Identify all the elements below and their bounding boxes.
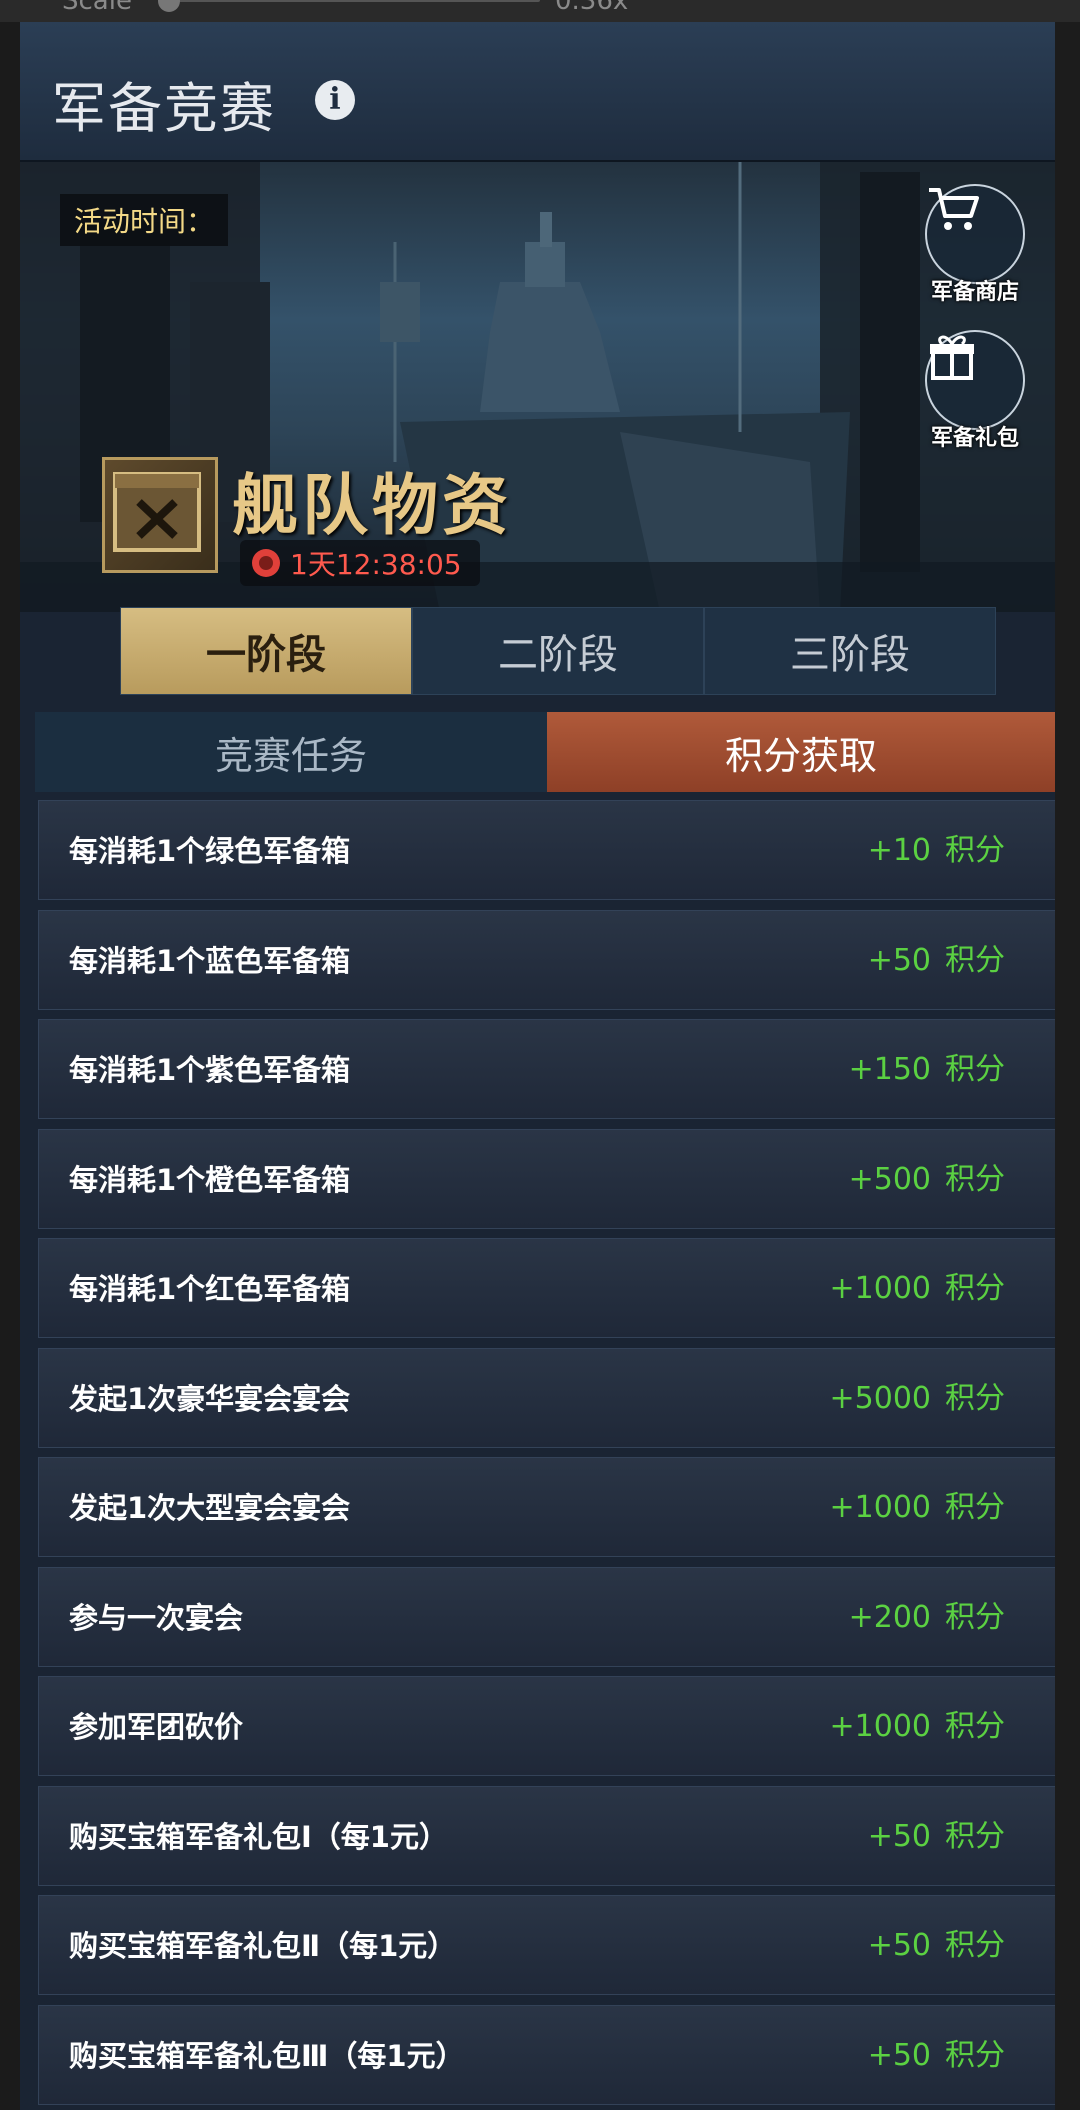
task-points: +1000 积分 <box>830 1677 1005 1777</box>
points-value: +50 <box>867 1818 931 1854</box>
points-unit: 积分 <box>945 1818 1005 1854</box>
header: 军备竞赛 i <box>20 22 1055 162</box>
task-points: +500 积分 <box>849 1130 1005 1230</box>
points-unit: 积分 <box>945 2037 1005 2073</box>
points-unit: 积分 <box>945 1928 1005 1963</box>
scale-slider-handle[interactable] <box>158 0 180 12</box>
list-item: 每消耗1个橙色军备箱 +500 积分 <box>38 1128 1055 1230</box>
arms-shop-button[interactable]: 军备商店 <box>925 184 1025 306</box>
list-item: 购买宝箱军备礼包Ⅲ（每1元） +50 积分 <box>38 2004 1055 2106</box>
left-edge <box>0 22 20 2110</box>
list-item: 发起1次豪华宴会宴会 +5000 积分 <box>38 1347 1055 1449</box>
points-value: +50 <box>867 1928 931 1963</box>
page-title: 军备竞赛 <box>52 77 276 140</box>
task-points: +50 积分 <box>868 1896 1005 1996</box>
points-unit: 积分 <box>945 1271 1005 1306</box>
task-description: 每消耗1个红色军备箱 <box>69 1272 351 1306</box>
countdown-timer: 1天12:38:05 <box>240 540 480 586</box>
points-unit: 积分 <box>945 1599 1005 1635</box>
points-unit: 积分 <box>945 1709 1005 1744</box>
points-value: +500 <box>848 1161 931 1197</box>
supply-crate-icon <box>102 457 218 573</box>
countdown-value: 1天12:38:05 <box>290 548 462 581</box>
list-item: 每消耗1个蓝色军备箱 +50 积分 <box>38 909 1055 1011</box>
points-value: +50 <box>867 942 931 978</box>
points-unit: 积分 <box>945 1490 1005 1525</box>
points-value: +5000 <box>829 1380 931 1416</box>
main-tabs: 竞赛任务 积分获取 <box>35 712 1055 792</box>
task-points: +1000 积分 <box>830 1239 1005 1339</box>
list-item: 发起1次大型宴会宴会 +1000 积分 <box>38 1457 1055 1557</box>
arms-gift-label: 军备礼包 <box>930 426 1019 451</box>
arms-shop-label: 军备商店 <box>930 280 1019 305</box>
task-points: +10 积分 <box>868 801 1005 901</box>
tab-stage-3[interactable]: 三阶段 <box>704 607 996 695</box>
list-item: 购买宝箱军备礼包Ⅱ（每1元） +50 积分 <box>38 1895 1055 1995</box>
tab-race-tasks[interactable]: 竞赛任务 <box>35 712 547 792</box>
gift-icon <box>925 330 1025 430</box>
points-value: +50 <box>867 2037 931 2073</box>
task-description: 每消耗1个紫色军备箱 <box>69 1053 351 1087</box>
cart-icon <box>925 184 1025 284</box>
list-item: 每消耗1个绿色军备箱 +10 积分 <box>38 800 1055 900</box>
event-name: 舰队物资 <box>232 466 512 544</box>
list-item: 每消耗1个红色军备箱 +1000 积分 <box>38 1238 1055 1338</box>
task-description: 每消耗1个橙色军备箱 <box>69 1162 351 1197</box>
points-value: +200 <box>848 1599 931 1635</box>
points-unit: 积分 <box>945 1161 1005 1197</box>
stage-tabs: 一阶段 二阶段 三阶段 <box>120 607 996 695</box>
task-points: +50 积分 <box>868 911 1005 1011</box>
list-item: 购买宝箱军备礼包Ⅰ（每1元） +50 积分 <box>38 1785 1055 1887</box>
task-points: +1000 积分 <box>830 1458 1005 1558</box>
scale-label: Scale <box>62 0 132 16</box>
arms-race-panel: 军备竞赛 i 活动时间： 军备商店 军备礼包 舰队物资 1天12:38:05 一… <box>20 22 1055 2110</box>
list-item: 每消耗1个紫色军备箱 +150 积分 <box>38 1019 1055 1119</box>
points-unit: 积分 <box>945 833 1005 868</box>
points-task-list: 每消耗1个绿色军备箱 +10 积分 每消耗1个蓝色军备箱 +50 积分 每消耗1个紫色军… <box>38 800 1055 2110</box>
task-description: 参与一次宴会 <box>69 1600 244 1635</box>
event-time-label: 活动时间： <box>60 194 229 246</box>
task-points: +50 积分 <box>868 2006 1005 2106</box>
points-value: +1000 <box>829 1490 931 1525</box>
event-banner: 活动时间： 军备商店 军备礼包 舰队物资 1天12:38:05 <box>20 162 1055 612</box>
points-value: +1000 <box>829 1271 931 1306</box>
right-edge <box>1055 22 1080 2110</box>
points-value: +10 <box>867 833 931 868</box>
task-description: 购买宝箱军备礼包Ⅰ（每1元） <box>69 1819 448 1854</box>
scale-slider[interactable] <box>160 0 540 2</box>
points-unit: 积分 <box>945 1052 1005 1087</box>
list-item: 参加军团砍价 +1000 积分 <box>38 1676 1055 1776</box>
points-unit: 积分 <box>945 1380 1005 1416</box>
points-unit: 积分 <box>945 942 1005 978</box>
points-value: +150 <box>848 1052 931 1087</box>
task-description: 发起1次豪华宴会宴会 <box>69 1381 351 1416</box>
tab-stage-1[interactable]: 一阶段 <box>120 607 412 695</box>
points-value: +1000 <box>829 1709 931 1744</box>
clock-icon <box>252 549 280 577</box>
task-description: 参加军团砍价 <box>69 1710 244 1744</box>
scale-value: 0.36x <box>555 0 629 16</box>
task-description: 发起1次大型宴会宴会 <box>69 1491 351 1525</box>
task-description: 购买宝箱军备礼包Ⅱ（每1元） <box>69 1929 457 1963</box>
task-description: 每消耗1个蓝色军备箱 <box>69 943 351 978</box>
tab-points-gain[interactable]: 积分获取 <box>547 712 1055 792</box>
task-description: 购买宝箱军备礼包Ⅲ（每1元） <box>69 2038 465 2073</box>
task-points: +200 积分 <box>849 1568 1005 1668</box>
tab-stage-2[interactable]: 二阶段 <box>412 607 704 695</box>
task-points: +5000 积分 <box>830 1349 1005 1449</box>
task-points: +50 积分 <box>868 1787 1005 1887</box>
task-points: +150 积分 <box>849 1020 1005 1120</box>
task-description: 每消耗1个绿色军备箱 <box>69 834 351 868</box>
editor-toolbar: Scale 0.36x <box>0 0 1080 22</box>
info-icon[interactable]: i <box>315 80 355 120</box>
list-item: 参与一次宴会 +200 积分 <box>38 1566 1055 1668</box>
arms-gift-button[interactable]: 军备礼包 <box>925 330 1025 452</box>
